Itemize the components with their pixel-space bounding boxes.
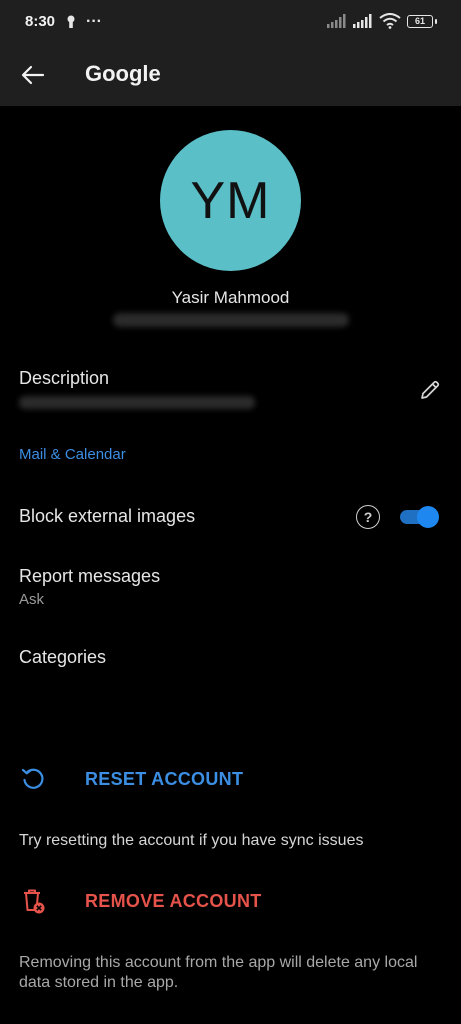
app-bar: Google: [0, 44, 461, 106]
status-right-icons: 61: [327, 13, 437, 29]
signal-icon-2: [353, 14, 372, 28]
report-messages-value: Ask: [19, 591, 45, 608]
description-label: Description: [19, 368, 110, 388]
report-messages-label[interactable]: Report messages: [19, 566, 160, 587]
back-button[interactable]: [16, 58, 50, 92]
battery-icon: 61: [407, 14, 433, 28]
signal-icon: [327, 14, 346, 28]
battery-tip: [435, 18, 437, 24]
block-external-images-label[interactable]: Block external images: [19, 506, 195, 527]
block-external-images-toggle[interactable]: [399, 506, 439, 528]
toggle-thumb: [417, 506, 439, 528]
help-button[interactable]: ?: [356, 505, 380, 529]
arrow-left-icon: [21, 65, 45, 85]
status-time: 8:30: [25, 13, 56, 30]
avatar-initials: YM: [190, 171, 271, 230]
description-value-redacted: [19, 396, 255, 409]
reset-account-button[interactable]: RESET ACCOUNT: [0, 758, 461, 802]
profile-email-redacted: [113, 313, 349, 327]
more-notifications-icon: ···: [86, 13, 102, 30]
remove-account-label: REMOVE ACCOUNT: [85, 891, 262, 911]
profile-name: Yasir Mahmood: [171, 288, 290, 307]
categories-label[interactable]: Categories: [19, 647, 106, 668]
remove-account-button[interactable]: REMOVE ACCOUNT: [0, 880, 461, 924]
wifi-icon: [379, 13, 401, 29]
reset-account-description: Try resetting the account if you have sy…: [19, 832, 364, 849]
remove-account-description-line1: Removing this account from the app will …: [19, 954, 418, 971]
trash-remove-icon: [20, 888, 46, 914]
edit-description-button[interactable]: [417, 377, 443, 403]
avatar: YM: [160, 130, 301, 271]
section-header-mail-calendar: Mail & Calendar: [19, 446, 126, 463]
remove-account-description-line2: data stored in the app.: [19, 974, 179, 991]
status-left-icons: ···: [66, 13, 102, 31]
page-title: Google: [85, 61, 161, 86]
reset-icon: [20, 766, 46, 792]
pencil-icon: [421, 380, 440, 399]
question-icon: ?: [363, 509, 373, 525]
reset-account-label: RESET ACCOUNT: [85, 769, 244, 789]
remove-account-description: Removing this account from the app will …: [19, 953, 417, 993]
status-bar: 8:30 ··· 61: [0, 0, 461, 44]
keyhole-icon: [67, 15, 75, 28]
